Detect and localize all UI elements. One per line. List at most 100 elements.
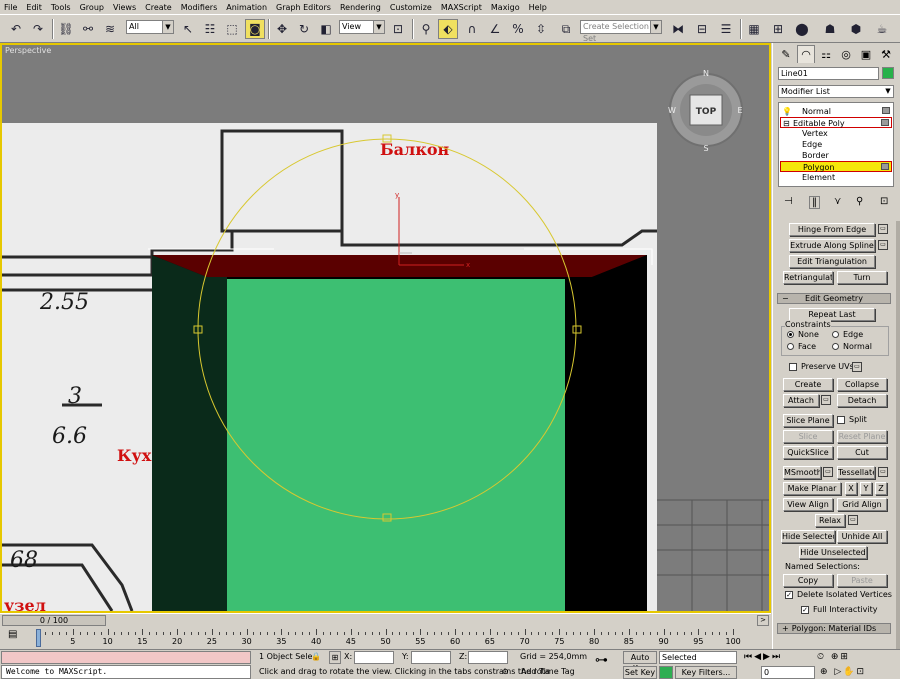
collapse-button[interactable]: Collapse bbox=[837, 378, 887, 391]
object-name-field[interactable]: Line01 bbox=[778, 67, 879, 80]
make-planar-button[interactable]: Make Planar bbox=[783, 482, 841, 495]
time-config-icon[interactable]: ⏲ ⊕⊞ bbox=[817, 651, 850, 663]
move-icon[interactable]: ✥ bbox=[272, 19, 292, 39]
msmooth-settings-button[interactable]: ▭ bbox=[823, 467, 833, 477]
stack-item-border[interactable]: Border bbox=[780, 150, 892, 161]
planar-y-button[interactable]: Y bbox=[860, 482, 872, 495]
planar-z-button[interactable]: Z bbox=[875, 482, 887, 495]
time-slider[interactable]: 0 / 100 > bbox=[0, 613, 771, 627]
mini-curve-editor-icon[interactable]: ▤ bbox=[8, 629, 17, 640]
stack-item-editable-poly[interactable]: ⊟ Editable Poly bbox=[780, 117, 892, 128]
slice-button[interactable]: Slice bbox=[783, 430, 833, 443]
paste-button[interactable]: Paste bbox=[837, 574, 887, 587]
lock-icon[interactable]: 🔒 bbox=[311, 651, 321, 663]
object-color-swatch[interactable] bbox=[882, 67, 894, 79]
curve-editor-icon[interactable]: ▦ bbox=[744, 19, 764, 39]
constraint-none-radio[interactable] bbox=[787, 331, 794, 338]
render-setup-icon[interactable]: ☗ bbox=[820, 19, 840, 39]
menu-maxigo[interactable]: Maxigo bbox=[487, 3, 525, 12]
constraint-normal-radio[interactable] bbox=[832, 343, 839, 350]
auto-key-button[interactable]: Auto Key bbox=[623, 651, 657, 673]
rotate-icon[interactable]: ↻ bbox=[294, 19, 314, 39]
menu-group[interactable]: Group bbox=[76, 3, 109, 12]
split-checkbox[interactable] bbox=[837, 416, 845, 424]
motion-tab-icon[interactable]: ◎ bbox=[837, 45, 855, 63]
grid-align-button[interactable]: Grid Align bbox=[837, 498, 887, 511]
configure-modifier-sets-icon[interactable]: ⊡ bbox=[880, 196, 888, 207]
tessellate-settings-button[interactable]: ▭ bbox=[878, 467, 888, 477]
align-icon[interactable]: ⊟ bbox=[692, 19, 712, 39]
maxscript-listener-input[interactable] bbox=[1, 651, 251, 664]
hide-unselected-button[interactable]: Hide Unselected bbox=[799, 546, 867, 559]
track-bar[interactable]: ▤ 05101520253035404550556065707580859095… bbox=[0, 627, 771, 649]
snap-toggle-icon[interactable]: ∩ bbox=[462, 19, 482, 39]
hinge-from-edge-button[interactable]: Hinge From Edge bbox=[789, 223, 875, 236]
full-interactivity-checkbox[interactable]: ✓ bbox=[801, 606, 809, 614]
constraint-face-radio[interactable] bbox=[787, 343, 794, 350]
relax-button[interactable]: Relax bbox=[815, 514, 845, 527]
stack-item-polygon[interactable]: Polygon bbox=[780, 161, 892, 172]
edit-named-selection-icon[interactable]: ⧉ bbox=[556, 19, 576, 39]
command-panel-scrollbar[interactable] bbox=[896, 221, 900, 649]
render-frame-icon[interactable]: ⬢ bbox=[846, 19, 866, 39]
viewport-label[interactable]: Perspective bbox=[5, 46, 51, 55]
menu-create[interactable]: Create bbox=[141, 3, 177, 12]
stack-item-vertex[interactable]: Vertex bbox=[780, 128, 892, 139]
preserve-uvs-settings-button[interactable]: ▭ bbox=[852, 362, 862, 372]
stack-item-element[interactable]: Element bbox=[780, 172, 892, 183]
hinge-settings-button[interactable]: ▭ bbox=[878, 224, 888, 234]
utilities-tab-icon[interactable]: ⚒ bbox=[877, 45, 895, 63]
angle-snap-icon[interactable]: ∠ bbox=[485, 19, 505, 39]
menu-file[interactable]: File bbox=[0, 3, 22, 12]
menu-graph-editors[interactable]: Graph Editors bbox=[272, 3, 336, 12]
spinner-snap-icon[interactable]: ⇳ bbox=[531, 19, 551, 39]
absolute-mode-icon[interactable]: ⊞ bbox=[329, 651, 341, 664]
redo-icon[interactable]: ↷ bbox=[28, 19, 48, 39]
make-unique-icon[interactable]: ⋎ bbox=[834, 196, 841, 207]
y-coordinate-field[interactable] bbox=[411, 651, 451, 664]
material-editor-icon[interactable]: ⬤ bbox=[792, 19, 812, 39]
pivot-center-icon[interactable]: ⊡ bbox=[388, 19, 408, 39]
attach-button[interactable]: Attach bbox=[783, 394, 819, 407]
menu-customize[interactable]: Customize bbox=[386, 3, 437, 12]
menu-animation[interactable]: Animation bbox=[222, 3, 272, 12]
modifier-list-dropdown[interactable]: Modifier List ▼ bbox=[778, 85, 894, 98]
select-manipulate-icon[interactable]: ⚲ bbox=[416, 19, 436, 39]
quickslice-button[interactable]: QuickSlice bbox=[783, 446, 833, 459]
menu-maxscript[interactable]: MAXScript bbox=[437, 3, 487, 12]
slice-plane-button[interactable]: Slice Plane bbox=[783, 414, 833, 427]
quick-render-icon[interactable]: ☕ bbox=[872, 19, 892, 39]
retriangulate-button[interactable]: Retriangulate bbox=[783, 271, 833, 284]
menu-edit[interactable]: Edit bbox=[22, 3, 47, 12]
set-key-button[interactable]: Set Key bbox=[623, 666, 657, 679]
reset-plane-button[interactable]: Reset Plane bbox=[837, 430, 887, 443]
z-coordinate-field[interactable] bbox=[468, 651, 508, 664]
menu-help[interactable]: Help bbox=[525, 3, 552, 12]
key-filters-button[interactable]: Key Filters... bbox=[675, 666, 737, 679]
preserve-uvs-checkbox[interactable] bbox=[789, 363, 797, 371]
create-tab-icon[interactable]: ✎ bbox=[777, 45, 795, 63]
material-ids-rollout[interactable]: + Polygon: Material IDs bbox=[777, 623, 891, 634]
key-mode-dropdown[interactable]: Selected bbox=[659, 651, 737, 664]
view-align-button[interactable]: View Align bbox=[783, 498, 833, 511]
perspective-viewport[interactable]: Балкон 2.55 3 6.6 Кух 68 узел y x TOP N … bbox=[0, 43, 771, 613]
schematic-view-icon[interactable]: ⊞ bbox=[768, 19, 788, 39]
create-button[interactable]: Create bbox=[783, 378, 833, 391]
relax-settings-button[interactable]: ▭ bbox=[848, 515, 858, 525]
edit-triangulation-button[interactable]: Edit Triangulation bbox=[789, 255, 875, 268]
delete-isolated-checkbox[interactable]: ✓ bbox=[785, 591, 793, 599]
playback-controls[interactable]: ⏮◀▶⏭ bbox=[744, 651, 782, 663]
x-coordinate-field[interactable] bbox=[354, 651, 394, 664]
bind-space-warp-icon[interactable]: ≋ bbox=[100, 19, 120, 39]
current-frame-marker[interactable] bbox=[36, 629, 41, 647]
add-time-tag[interactable]: Add Time Tag bbox=[521, 666, 575, 678]
next-frame-arrow[interactable]: > bbox=[757, 615, 769, 626]
attach-list-button[interactable]: ▭ bbox=[821, 395, 831, 405]
stack-item-normal[interactable]: 💡 Normal bbox=[780, 106, 892, 117]
selection-filter-dropdown[interactable]: All ▼ bbox=[126, 20, 174, 34]
reference-coordinate-dropdown[interactable]: View ▼ bbox=[339, 20, 385, 34]
unhide-all-button[interactable]: Unhide All bbox=[837, 530, 887, 543]
tessellate-button[interactable]: Tessellate bbox=[837, 466, 875, 479]
msmooth-button[interactable]: MSmooth bbox=[783, 466, 821, 479]
hide-selected-button[interactable]: Hide Selected bbox=[781, 530, 835, 543]
